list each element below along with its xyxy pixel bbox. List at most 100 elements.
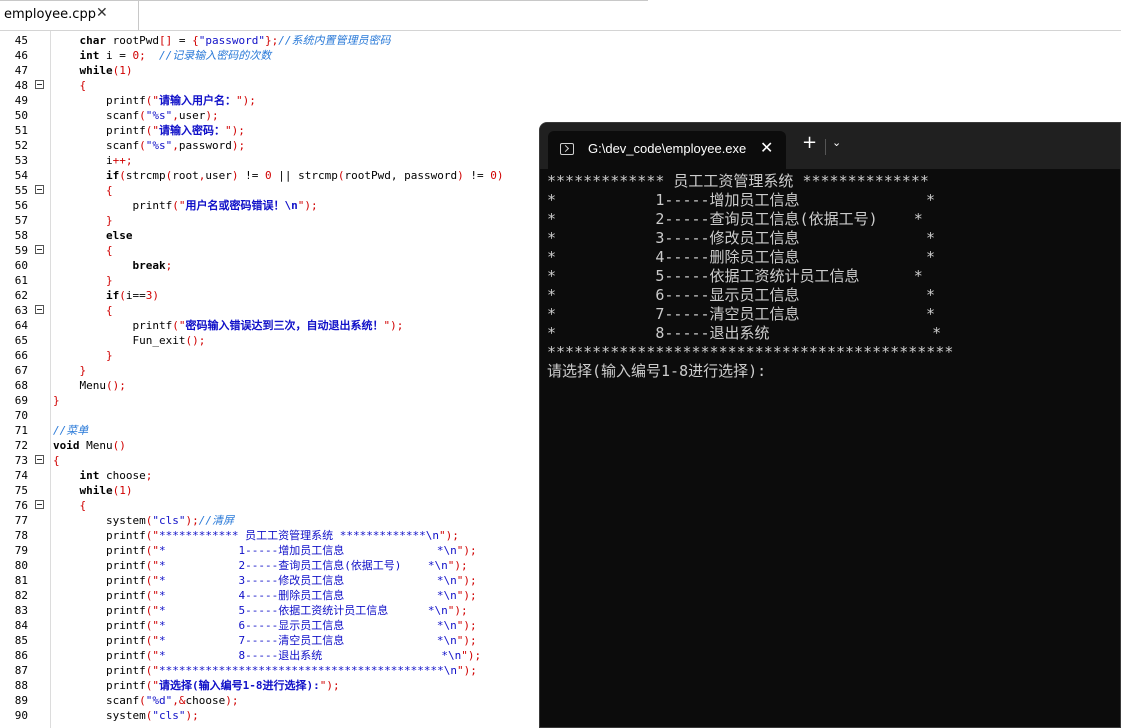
- code-token: (: [139, 139, 146, 152]
- terminal-window[interactable]: G:\dev_code\employee.exe ✕ + ⌄ *********…: [539, 122, 1121, 728]
- line-number: 83: [14, 604, 28, 617]
- close-icon[interactable]: ✕: [760, 138, 773, 157]
- line-number: 88: [14, 679, 28, 692]
- code-token: system: [105, 709, 146, 722]
- close-icon[interactable]: ✕: [96, 5, 108, 21]
- terminal-tab-title: G:\dev_code\employee.exe: [588, 141, 747, 156]
- line-number: 68: [14, 379, 28, 392]
- code-token: ");: [457, 664, 477, 677]
- fold-toggle-icon[interactable]: [35, 80, 44, 89]
- code-token: 请输入用户名：: [158, 94, 236, 107]
- terminal-line: * 2-----查询员工信息(依据工号) *: [547, 210, 923, 228]
- chevron-down-icon[interactable]: ⌄: [832, 136, 841, 149]
- code-token: {: [105, 184, 113, 197]
- fold-toggle-icon[interactable]: [35, 185, 44, 194]
- code-text: scanf("%s",user);: [53, 108, 219, 123]
- code-token: rootPwd, password: [344, 169, 458, 182]
- code-token: while: [79, 484, 113, 497]
- code-token: ,: [172, 139, 179, 152]
- code-token: "cls": [152, 709, 186, 722]
- terminal-line: * 7-----清空员工信息 *: [547, 305, 936, 323]
- code-token: scanf: [105, 694, 140, 707]
- code-token: (": [145, 619, 159, 632]
- line-number: 45: [14, 34, 28, 47]
- code-token: Fun_exit: [132, 334, 186, 347]
- code-text: scanf("%d",&choose);: [53, 693, 239, 708]
- code-text: system("cls");//清屏: [53, 513, 234, 528]
- line-number: 53: [14, 154, 28, 167]
- code-text: }: [53, 363, 87, 378]
- fold-toggle-icon[interactable]: [35, 455, 44, 464]
- line-number: 54: [14, 169, 28, 182]
- code-token: printf: [105, 94, 146, 107]
- code-token: printf: [105, 529, 146, 542]
- fold-toggle-icon[interactable]: [35, 245, 44, 254]
- code-token: choose: [99, 469, 146, 482]
- code-text: i++;: [53, 153, 133, 168]
- code-token: //清屏: [198, 514, 234, 527]
- code-text: }: [53, 213, 113, 228]
- code-token: (": [145, 649, 159, 662]
- code-token: while: [79, 64, 113, 77]
- code-text: printf("* 4-----删除员工信息 *\n");: [53, 588, 477, 603]
- code-text: {: [53, 183, 113, 198]
- code-text: {: [53, 78, 87, 93]
- code-token: printf: [105, 679, 146, 692]
- titlebar-divider: [825, 139, 826, 155]
- new-tab-button[interactable]: +: [802, 134, 817, 152]
- fold-toggle-icon[interactable]: [35, 500, 44, 509]
- code-token: ;: [145, 469, 153, 482]
- code-token: (": [172, 199, 186, 212]
- code-token: !=: [238, 169, 265, 182]
- code-token: );: [231, 139, 246, 152]
- code-token: ,&: [172, 694, 186, 707]
- code-token: Menu: [79, 379, 107, 392]
- line-number: 49: [14, 94, 28, 107]
- code-token: int: [79, 49, 100, 62]
- code-token: i==: [125, 289, 146, 302]
- code-text: {: [53, 498, 87, 513]
- tab-employee-cpp[interactable]: employee.cpp ✕: [0, 1, 139, 30]
- code-token: printf: [132, 319, 173, 332]
- terminal-line: * 6-----显示员工信息 *: [547, 286, 936, 304]
- code-token: (: [119, 169, 126, 182]
- code-text: }: [53, 273, 113, 288]
- code-token: ;: [165, 259, 173, 272]
- code-token: 用户名或密码错误！\n: [185, 199, 298, 212]
- code-token: {: [105, 244, 113, 257]
- line-number: 52: [14, 139, 28, 152]
- line-number: 57: [14, 214, 28, 227]
- code-token: ****************************************…: [158, 664, 457, 677]
- code-text: printf("请输入用户名：");: [53, 93, 256, 108]
- code-token: void: [53, 439, 80, 452]
- code-token: };: [264, 34, 279, 47]
- code-text: system("cls");: [53, 708, 199, 723]
- terminal-line: * 5-----依据工资统计员工信息 *: [547, 267, 923, 285]
- code-token: //菜单: [53, 424, 89, 437]
- terminal-tab[interactable]: G:\dev_code\employee.exe ✕: [548, 131, 786, 169]
- line-number: 89: [14, 694, 28, 707]
- fold-toggle-icon[interactable]: [35, 305, 44, 314]
- code-token: user: [205, 169, 232, 182]
- code-token: i =: [99, 49, 133, 62]
- terminal-line: * 3-----修改员工信息 *: [547, 229, 936, 247]
- code-token: }: [105, 214, 113, 227]
- line-number: 80: [14, 559, 28, 572]
- code-text: printf("* 8-----退出系统 *\n");: [53, 648, 481, 663]
